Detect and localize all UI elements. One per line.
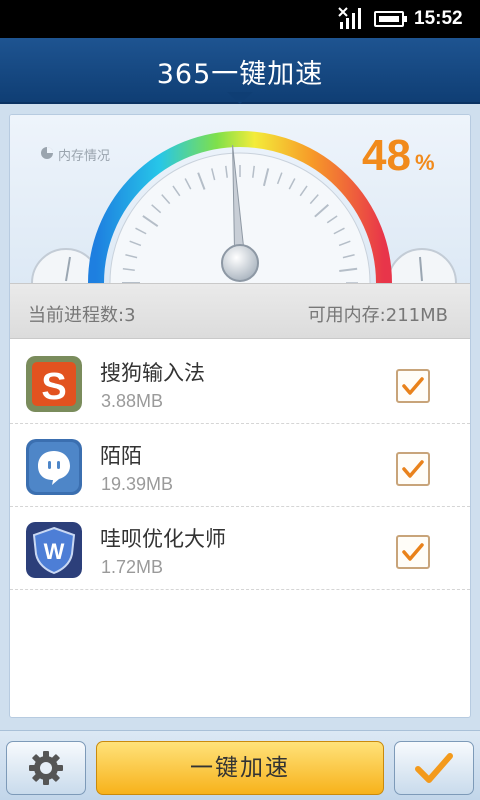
app-name: 哇呗优化大师 bbox=[100, 527, 226, 551]
app-size: 19.39MB bbox=[101, 474, 174, 494]
page-title: 365一键加速 bbox=[156, 59, 324, 90]
app-checkbox[interactable] bbox=[396, 452, 430, 486]
title-notch bbox=[227, 92, 253, 104]
signal-icon bbox=[338, 7, 361, 29]
memory-label: 内存情况 bbox=[58, 149, 111, 164]
main-panel: 内存情况 48% 当前进程数:3 可用内存:211MB S 搜狗输入法 3.88… bbox=[9, 114, 471, 718]
memory-percent-value: 48 bbox=[362, 131, 411, 180]
list-item[interactable]: 陌陌 19.39MB bbox=[10, 424, 470, 507]
gauge-hub bbox=[221, 244, 259, 282]
gear-icon bbox=[29, 751, 63, 785]
checkmark-icon bbox=[415, 753, 453, 783]
battery-icon bbox=[374, 11, 407, 27]
accelerate-button[interactable]: 一键加速 bbox=[96, 741, 384, 795]
confirm-button[interactable] bbox=[394, 741, 474, 795]
app-name: 陌陌 bbox=[100, 444, 142, 468]
app-name: 搜狗输入法 bbox=[100, 361, 205, 385]
list-item[interactable]: S 搜狗输入法 3.88MB bbox=[10, 341, 470, 424]
settings-button[interactable] bbox=[6, 741, 86, 795]
checkmark-icon bbox=[402, 543, 424, 561]
wabei-optimizer-icon: W bbox=[26, 522, 82, 578]
checkmark-icon bbox=[402, 377, 424, 395]
app-list: S 搜狗输入法 3.88MB 陌陌 19.39MB W 哇呗优化大师 1.72M… bbox=[10, 341, 470, 590]
info-bar: 当前进程数:3 可用内存:211MB bbox=[10, 283, 470, 339]
memory-gauge-area: 内存情况 48% bbox=[10, 115, 470, 283]
list-item[interactable]: W 哇呗优化大师 1.72MB bbox=[10, 507, 470, 590]
svg-text:W: W bbox=[44, 539, 65, 564]
percent-sign: % bbox=[414, 150, 435, 175]
process-count: 当前进程数:3 bbox=[28, 305, 136, 326]
bottom-bar: 一键加速 bbox=[0, 730, 480, 800]
app-checkbox[interactable] bbox=[396, 535, 430, 569]
sogou-input-icon: S bbox=[26, 356, 82, 412]
app-checkbox[interactable] bbox=[396, 369, 430, 403]
status-time: 15:52 bbox=[414, 8, 463, 29]
memory-percent: 48% bbox=[362, 131, 435, 181]
app-size: 3.88MB bbox=[101, 391, 164, 411]
right-small-dial bbox=[387, 248, 457, 283]
svg-text:S: S bbox=[41, 366, 66, 408]
checkmark-icon bbox=[402, 460, 424, 478]
app-size: 1.72MB bbox=[101, 557, 164, 577]
status-bar: 15:52 bbox=[0, 0, 480, 38]
momo-icon bbox=[26, 439, 82, 495]
free-memory: 可用内存:211MB bbox=[307, 305, 448, 326]
